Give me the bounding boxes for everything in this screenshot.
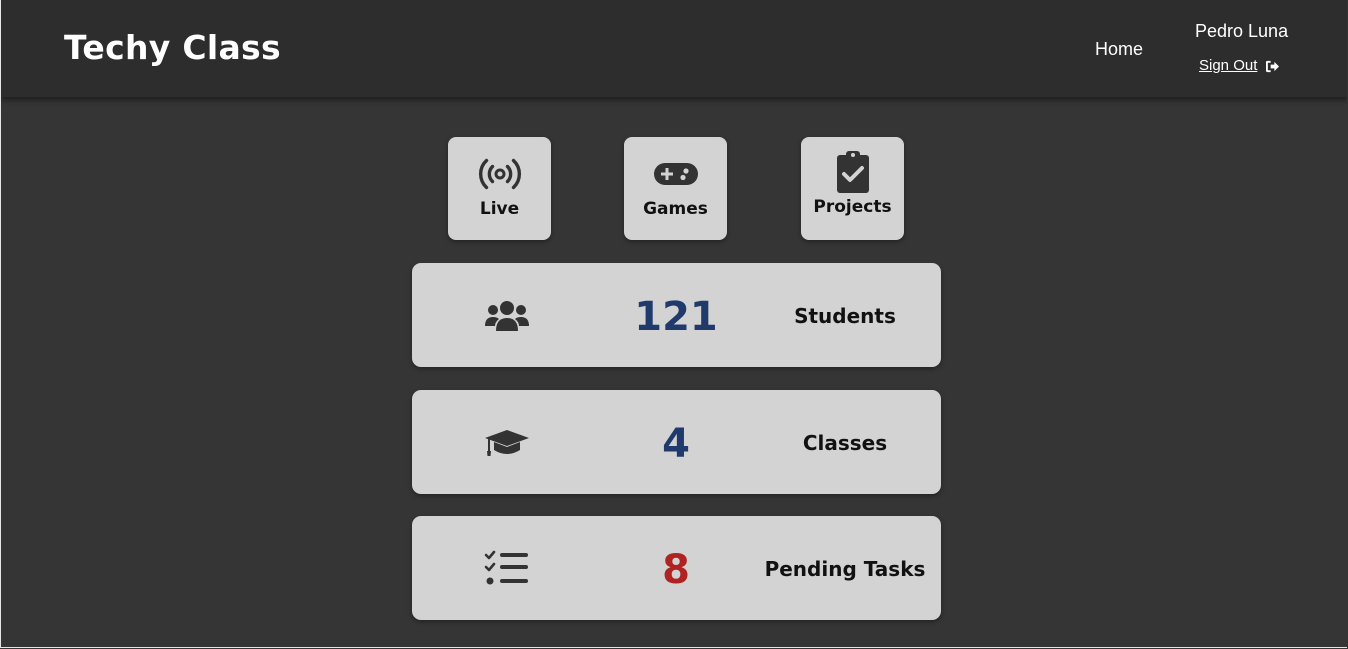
task-list-icon [484, 550, 528, 585]
live-tile-label: Live [479, 199, 520, 219]
navbar: Techy Class Home Pedro Luna Sign Out [1, 0, 1347, 97]
sign-out-icon [1266, 60, 1280, 72]
students-count: 121 [634, 294, 718, 340]
pending-tasks-label: Pending Tasks [764, 557, 926, 581]
users-icon [485, 301, 529, 331]
brand-logo[interactable]: Techy Class [64, 26, 281, 70]
gamepad-icon [653, 163, 698, 185]
app-frame: Techy Class Home Pedro Luna Sign Out Liv… [0, 0, 1347, 648]
sign-out-link[interactable]: Sign Out [1199, 56, 1280, 76]
pending-tasks-card[interactable]: 8 Pending Tasks [412, 516, 941, 620]
nav-home-link[interactable]: Home [1095, 38, 1143, 60]
sign-out-label: Sign Out [1199, 57, 1258, 74]
user-name: Pedro Luna [1195, 21, 1289, 41]
classes-card[interactable]: 4 Classes [412, 390, 941, 494]
students-label: Students [794, 304, 896, 328]
classes-label: Classes [802, 431, 888, 455]
graduation-cap-icon [485, 430, 529, 456]
students-card[interactable]: 121 Students [412, 263, 941, 367]
broadcast-icon [478, 158, 521, 190]
projects-tile-label: Projects [813, 197, 892, 217]
clipboard-check-icon [836, 151, 869, 193]
games-tile[interactable]: Games [624, 137, 727, 240]
classes-count: 4 [662, 421, 690, 467]
pending-tasks-count: 8 [662, 547, 690, 593]
live-tile[interactable]: Live [448, 137, 551, 240]
projects-tile[interactable]: Projects [801, 137, 904, 240]
games-tile-label: Games [643, 199, 708, 219]
